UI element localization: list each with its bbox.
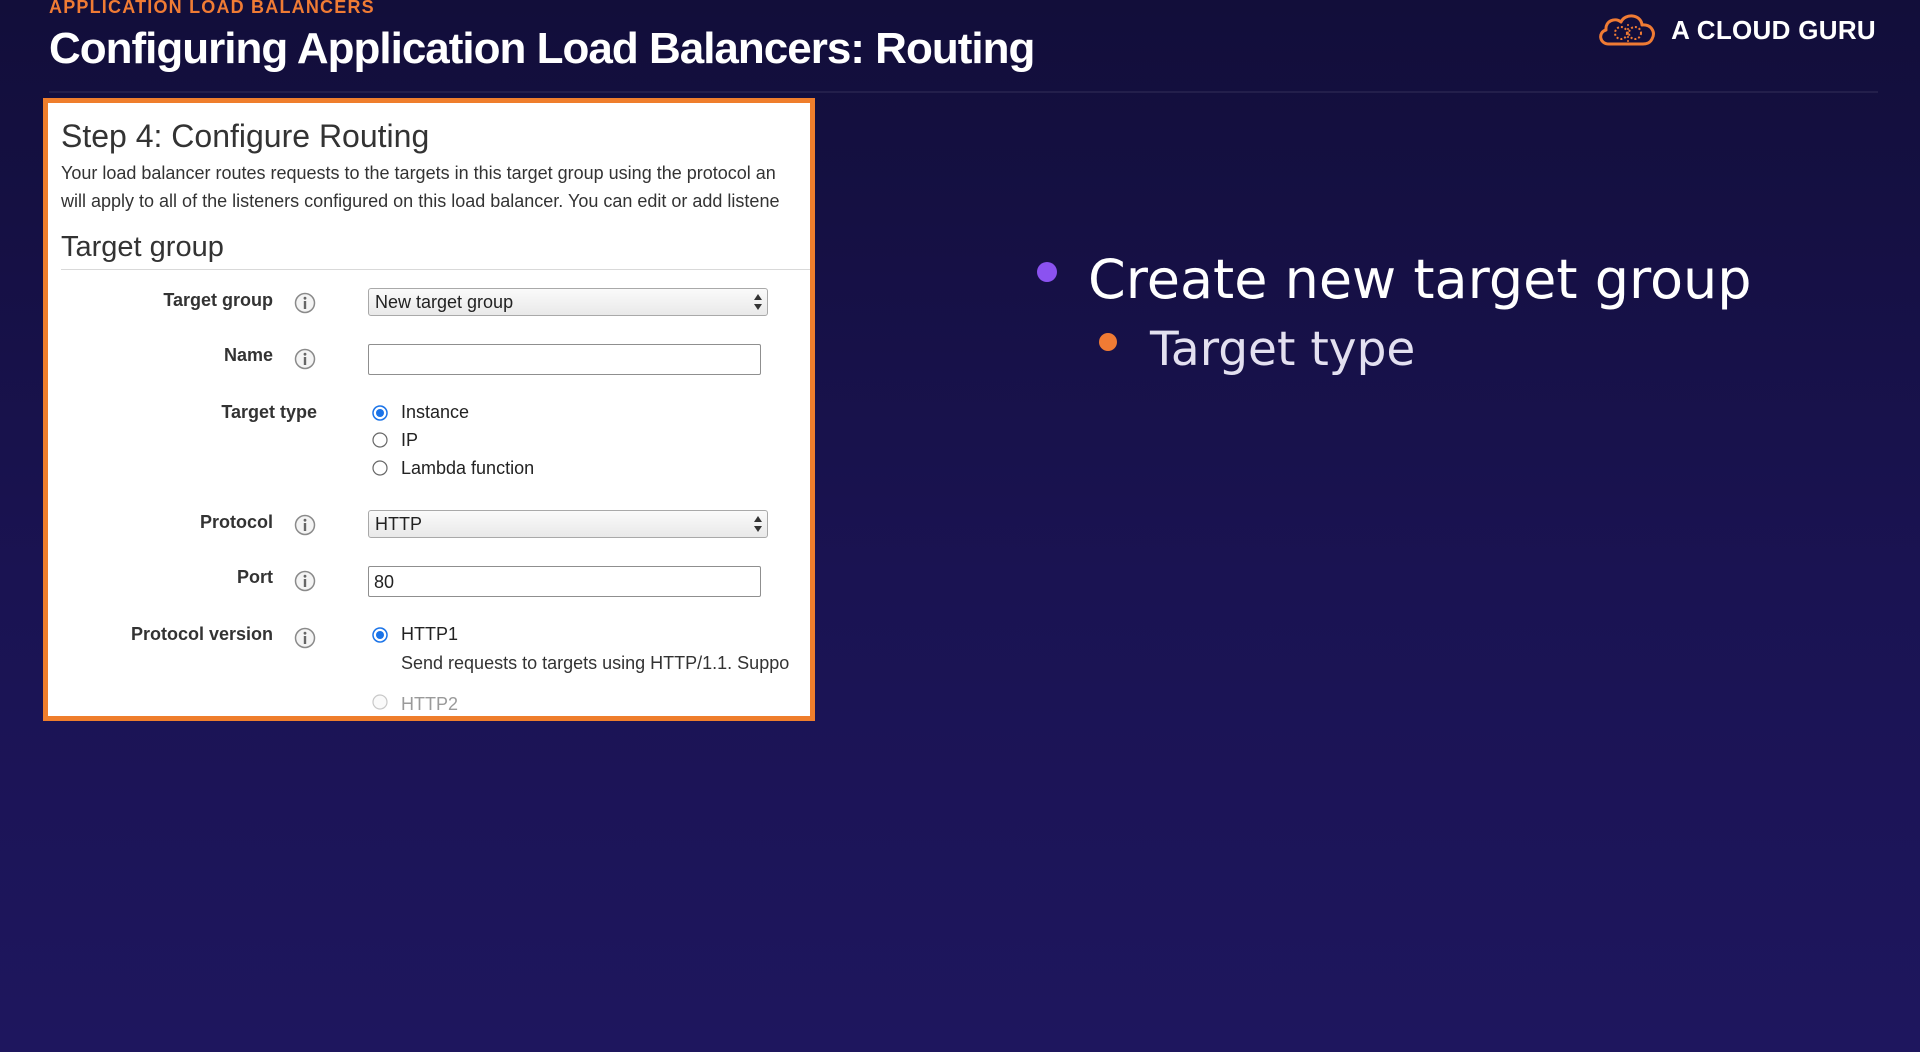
info-icon[interactable] <box>294 627 316 649</box>
section-eyebrow: APPLICATION LOAD BALANCERS <box>49 0 375 17</box>
step-title: Step 4: Configure Routing <box>61 118 430 154</box>
bullet-target-type: Target type <box>1150 322 1416 377</box>
radio-http1[interactable] <box>372 627 388 643</box>
slide-title: Configuring Application Load Balancers: … <box>49 24 1035 73</box>
radio-ip[interactable] <box>372 432 388 448</box>
radio-http2 <box>372 694 388 710</box>
cloud-logo-icon <box>1599 14 1656 46</box>
section-title-target-group: Target group <box>61 231 224 263</box>
radio-label-ip: IP <box>401 430 419 450</box>
header-divider <box>49 91 1878 93</box>
protocol-select[interactable]: HTTP <box>368 510 768 538</box>
bullet-create-target-group: Create new target group <box>1088 248 1752 311</box>
name-input[interactable] <box>368 344 761 375</box>
radio-instance[interactable] <box>372 405 388 421</box>
brand-name: A CLOUD GURU <box>1671 14 1876 45</box>
http1-help-text: Send requests to targets using HTTP/1.1.… <box>401 653 790 673</box>
info-icon[interactable] <box>294 292 316 314</box>
target-group-label: Target group <box>163 290 273 310</box>
description-line: will apply to all of the listeners confi… <box>61 191 780 211</box>
protocol-select-value: HTTP <box>375 514 422 534</box>
radio-label-instance: Instance <box>401 402 470 422</box>
info-icon[interactable] <box>294 514 316 536</box>
protocol-label: Protocol <box>199 512 273 532</box>
section-divider <box>61 269 810 270</box>
port-input[interactable]: 80 <box>368 566 761 597</box>
select-arrows-icon <box>754 516 762 532</box>
step-description: Your load balancer routes requests to th… <box>61 159 779 215</box>
description-line: Your load balancer routes requests to th… <box>61 163 776 183</box>
select-arrows-icon <box>754 294 762 310</box>
radio-label-http2: HTTP2 <box>401 694 459 714</box>
info-icon[interactable] <box>294 348 316 370</box>
protocol-version-label: Protocol version <box>130 624 273 644</box>
target-group-select-value: New target group <box>375 292 514 312</box>
target-type-label: Target type <box>221 402 317 422</box>
bullet-dot-level-2 <box>1099 333 1117 351</box>
port-label: Port <box>237 567 273 587</box>
bullet-dot-level-1 <box>1037 262 1057 282</box>
name-label: Name <box>223 345 273 365</box>
routing-screenshot-panel: Step 4: Configure Routing Your load bala… <box>43 98 815 721</box>
radio-label-lambda: Lambda function <box>401 458 535 478</box>
target-group-select[interactable]: New target group <box>368 288 768 316</box>
radio-lambda[interactable] <box>372 460 388 476</box>
brand: A CLOUD GURU <box>1595 10 1876 50</box>
info-icon[interactable] <box>294 570 316 592</box>
radio-label-http1: HTTP1 <box>401 624 459 644</box>
